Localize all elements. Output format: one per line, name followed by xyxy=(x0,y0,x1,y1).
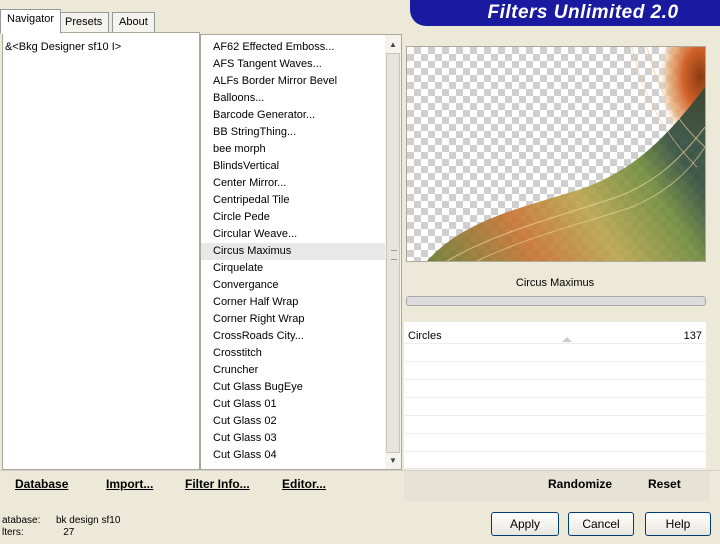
status-filters-value: 27 xyxy=(63,527,75,538)
filter-list-item[interactable]: CrossRoads City... xyxy=(201,328,385,345)
status-database-label: atabase: xyxy=(2,515,41,526)
scroll-down-icon[interactable]: ▼ xyxy=(385,453,401,469)
param-label: Circles xyxy=(408,330,442,342)
filter-list-item[interactable]: Cut Glass BugEye xyxy=(201,379,385,396)
category-item[interactable]: &<Bkg Designer sf10 I> xyxy=(5,41,121,53)
filter-list-item[interactable]: Centripedal Tile xyxy=(201,192,385,209)
filter-items: AF62 Effected Emboss... AFS Tangent Waves… xyxy=(201,39,385,464)
filter-list-item[interactable]: Corner Right Wrap xyxy=(201,311,385,328)
progress-bar xyxy=(406,296,706,306)
param-row-empty xyxy=(404,380,706,398)
filter-list-item[interactable]: Crosstitch xyxy=(201,345,385,362)
filter-list-item[interactable]: Cut Glass 02 xyxy=(201,413,385,430)
database-button[interactable]: Database xyxy=(15,477,68,491)
filter-list-item[interactable]: Circular Weave... xyxy=(201,226,385,243)
param-row-empty xyxy=(404,362,706,380)
filter-list-item[interactable]: Cut Glass 01 xyxy=(201,396,385,413)
banner-title: Filters Unlimited 2.0 xyxy=(487,2,679,23)
scroll-up-icon[interactable]: ▲ xyxy=(385,37,401,53)
filter-list-item[interactable]: AF62 Effected Emboss... xyxy=(201,39,385,56)
filter-list[interactable]: AF62 Effected Emboss... AFS Tangent Waves… xyxy=(200,34,402,470)
filter-list-item[interactable]: Convergance xyxy=(201,277,385,294)
status-filters-label: lters: xyxy=(2,527,24,538)
filter-scrollbar[interactable]: ▲ ▼ xyxy=(385,35,401,469)
filter-list-item[interactable]: Circle Pede xyxy=(201,209,385,226)
scroll-thumb[interactable] xyxy=(386,53,400,453)
filter-list-item[interactable]: Cut Glass 03 xyxy=(201,430,385,447)
param-row-empty xyxy=(404,452,706,470)
filter-list-item[interactable]: Center Mirror... xyxy=(201,175,385,192)
tab-navigator[interactable]: Navigator xyxy=(0,9,62,34)
filter-list-item[interactable]: Corner Half Wrap xyxy=(201,294,385,311)
preset-tools: Randomize Reset xyxy=(404,471,710,501)
filter-list-item[interactable]: Barcode Generator... xyxy=(201,107,385,124)
filter-list-item[interactable]: bee morph xyxy=(201,141,385,158)
param-row-empty xyxy=(404,416,706,434)
cancel-button[interactable]: Cancel xyxy=(568,512,634,536)
apply-button[interactable]: Apply xyxy=(491,512,559,536)
tab-bar: Navigator Presets About xyxy=(0,0,410,34)
status-database-value: bk design sf10 xyxy=(55,515,121,526)
param-row-empty xyxy=(404,344,706,362)
filter-list-item[interactable]: Cruncher xyxy=(201,362,385,379)
param-row[interactable]: Circles 137 xyxy=(404,326,706,344)
filter-list-item[interactable]: BlindsVertical xyxy=(201,158,385,175)
tab-presets[interactable]: Presets xyxy=(58,12,110,32)
parameter-list: Circles 137 xyxy=(404,322,706,470)
help-button[interactable]: Help xyxy=(645,512,711,536)
slider-indicator-icon[interactable] xyxy=(562,337,572,342)
status-filters: lters: 27 xyxy=(2,526,74,539)
preview-art xyxy=(427,47,705,261)
tab-about[interactable]: About xyxy=(112,12,155,32)
reset-button[interactable]: Reset xyxy=(648,477,681,491)
param-row-empty xyxy=(404,398,706,416)
category-list[interactable]: &<Bkg Designer sf10 I> xyxy=(2,32,200,470)
randomize-button[interactable]: Randomize xyxy=(548,477,612,491)
grip-icon xyxy=(391,250,397,260)
filter-list-item[interactable]: ALFs Border Mirror Bevel xyxy=(201,73,385,90)
param-row-empty xyxy=(404,434,706,452)
filter-list-item[interactable]: Cirquelate xyxy=(201,260,385,277)
param-value: 137 xyxy=(683,330,702,342)
filter-list-item[interactable]: Cut Glass 04 xyxy=(201,447,385,464)
filter-list-item[interactable]: BB StringThing... xyxy=(201,124,385,141)
filter-info-button[interactable]: Filter Info... xyxy=(185,477,250,491)
status-area: atabase: bk design sf10 lters: 27 xyxy=(0,506,300,542)
import-button[interactable]: Import... xyxy=(106,477,153,491)
selected-filter-name: Circus Maximus xyxy=(406,270,704,294)
filter-list-item[interactable]: Balloons... xyxy=(201,90,385,107)
preview-image xyxy=(406,46,706,262)
filter-list-item[interactable]: AFS Tangent Waves... xyxy=(201,56,385,73)
editor-button[interactable]: Editor... xyxy=(282,477,326,491)
bottom-toolbar: Database Import... Filter Info... Editor… xyxy=(0,470,720,501)
filter-list-item[interactable]: Circus Maximus xyxy=(201,243,385,260)
